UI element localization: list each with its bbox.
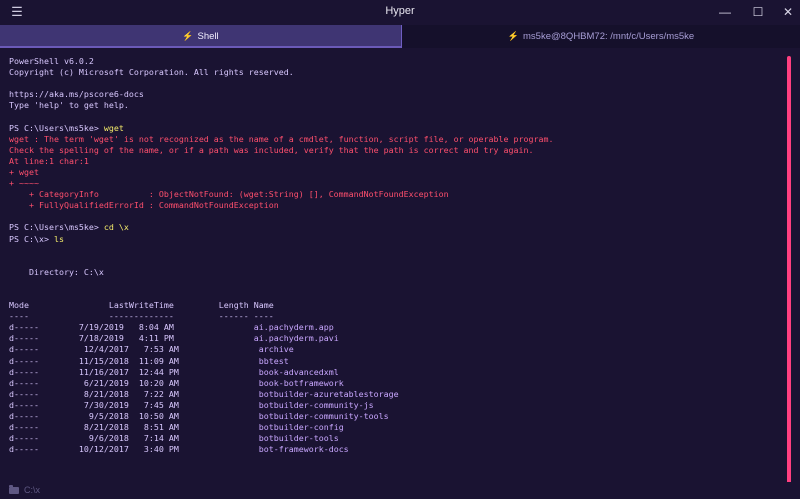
terminal-text: botbuilder-community-js [258, 399, 374, 410]
terminal-line: + FullyQualifiedErrorId : CommandNotFoun… [9, 200, 784, 211]
current-directory: C:\x [24, 485, 41, 495]
terminal-text: botbuilder-azuretablestorage [258, 388, 399, 399]
terminal-text: d----- 8/21/2018 8:51 AM [9, 422, 259, 433]
terminal-line: PS C:\x> ls [9, 234, 784, 245]
terminal-line: + wget [9, 167, 784, 178]
terminal-text: wget [103, 122, 124, 133]
terminal-text: PowerShell v6.0.2 [9, 56, 94, 66]
terminal-line: Check the spelling of the name, or if a … [9, 145, 784, 156]
terminal-text: Check the spelling of the name, or if a … [9, 144, 534, 155]
terminal-text: Mode LastWriteTime Length Name [9, 300, 274, 311]
terminal-line: d----- 11/15/2018 11:09 AM bbtest [9, 356, 784, 367]
terminal-text: + FullyQualifiedErrorId : CommandNotFoun… [9, 200, 279, 211]
terminal-text: ls [53, 233, 64, 244]
terminal-line: Directory: C:\x [9, 267, 784, 278]
title-bar: ☰ Hyper — ☐ ✕ [0, 0, 800, 25]
terminal-text: botbuilder-tools [258, 433, 339, 444]
terminal-text: book-botframework [258, 377, 344, 388]
terminal-line: d----- 9/5/2018 10:50 AM botbuilder-comm… [9, 411, 784, 422]
terminal-text: Copyright (c) Microsoft Corporation. All… [9, 67, 294, 78]
terminal-text: PS C:\x> [9, 233, 54, 244]
terminal-text: + ~~~~ [9, 178, 39, 189]
terminal-line: ---- ------------- ------ ---- [9, 311, 784, 322]
terminal-text: At line:1 char:1 [9, 155, 89, 166]
terminal-text: ---- ------------- ------ ---- [9, 311, 274, 322]
terminal-line: d----- 8/21/2018 8:51 AM botbuilder-conf… [9, 422, 784, 433]
terminal-text: PS C:\Users\ms5ke> [9, 222, 104, 233]
terminal-line: d----- 11/16/2017 12:44 PM book-advanced… [9, 367, 784, 378]
terminal-line: PS C:\Users\ms5ke> wget [9, 123, 784, 134]
tab-label: ms5ke@8QHBM72: /mnt/c/Users/ms5ke [523, 31, 695, 42]
terminal-text: d----- 7/30/2019 7:45 AM [9, 399, 259, 410]
terminal-text: + wget [9, 166, 39, 177]
terminal-line: + ~~~~ [9, 178, 784, 189]
terminal-text: d----- 11/15/2018 11:09 AM [9, 355, 259, 366]
folder-icon [9, 485, 19, 494]
bolt-icon: ⚡ [507, 31, 520, 41]
terminal-line: Type 'help' to get help. [9, 100, 784, 111]
terminal-text: cd \x [103, 222, 129, 233]
terminal-line: d----- 7/30/2019 7:45 AM botbuilder-comm… [9, 400, 784, 411]
terminal-line: d----- 12/4/2017 7:53 AM archive [9, 344, 784, 355]
terminal-line: d----- 7/19/2019 8:04 AM ai.pachyderm.ap… [9, 322, 784, 333]
terminal-text: botbuilder-community-tools [258, 411, 389, 421]
terminal-line: d----- 10/12/2017 3:40 PM bot-framework-… [9, 444, 784, 455]
terminal-line: wget : The term 'wget' is not recognized… [9, 134, 784, 145]
terminal-text: d----- 12/4/2017 7:53 AM [9, 344, 259, 355]
minimize-icon[interactable]: — [710, 0, 740, 25]
terminal-text: wget : The term 'wget' is not recognized… [9, 133, 554, 144]
terminal-text: botbuilder-config [258, 422, 344, 433]
terminal-line: d----- 6/21/2019 10:20 AM book-botframew… [9, 378, 784, 389]
terminal-text: PS C:\Users\ms5ke> [9, 122, 104, 133]
terminal-line: d----- 8/21/2018 7:22 AM botbuilder-azur… [9, 389, 784, 400]
terminal-line: At line:1 char:1 [9, 156, 784, 167]
terminal-text: d----- 10/12/2017 3:40 PM [9, 444, 259, 455]
close-icon[interactable]: ✕ [773, 0, 800, 25]
terminal-text: book-advancedxml [258, 366, 339, 377]
terminal-text: bbtest [258, 355, 289, 366]
terminal-line: + CategoryInfo : ObjectNotFound: (wget:S… [9, 189, 784, 200]
tab-label: Shell [197, 31, 219, 42]
terminal-text: https://aka.ms/pscore6-docs [9, 89, 144, 100]
scrollbar[interactable] [787, 56, 791, 484]
tab-wsl[interactable]: ⚡ ms5ke@8QHBM72: /mnt/c/Users/ms5ke [401, 25, 800, 48]
terminal-text: bot-framework-docs [258, 444, 349, 455]
terminal-line: Mode LastWriteTime Length Name [9, 300, 784, 311]
terminal-text: archive [258, 344, 294, 355]
terminal-text: Type 'help' to get help. [9, 100, 129, 111]
window-title: Hyper [385, 5, 415, 17]
terminal-text: Directory: C:\x [9, 266, 104, 277]
tab-shell[interactable]: ⚡ Shell [0, 25, 401, 48]
terminal-text: d----- 7/18/2019 4:11 PM [9, 333, 254, 344]
terminal-text: d----- 9/5/2018 10:50 AM [9, 411, 259, 421]
terminal-line: d----- 9/6/2018 7:14 AM botbuilder-tools [9, 433, 784, 444]
terminal-text: ai.pachyderm.pavi [253, 333, 339, 344]
terminal-text: d----- 6/21/2019 10:20 AM [9, 377, 259, 388]
terminal-text: ai.pachyderm.app [253, 322, 334, 333]
bolt-icon: ⚡ [182, 31, 194, 41]
terminal-text: d----- 7/19/2019 8:04 AM [9, 322, 254, 333]
terminal-line: Copyright (c) Microsoft Corporation. All… [9, 67, 784, 78]
tab-bar: ⚡ Shell ⚡ ms5ke@8QHBM72: /mnt/c/Users/ms5k… [0, 25, 800, 48]
terminal-line: d----- 7/18/2019 4:11 PM ai.pachyderm.pa… [9, 333, 784, 344]
terminal-line: PowerShell v6.0.2 [9, 56, 784, 67]
terminal-line: PS C:\Users\ms5ke> cd \x [9, 222, 784, 233]
terminal-text: d----- 9/6/2018 7:14 AM [9, 433, 259, 444]
terminal-text: d----- 8/21/2018 7:22 AM [9, 388, 259, 399]
maximize-icon[interactable]: ☐ [743, 0, 773, 25]
terminal-text: d----- 11/16/2017 12:44 PM [9, 366, 259, 377]
terminal-text: + CategoryInfo : ObjectNotFound: (wget:S… [9, 189, 449, 200]
terminal-line: https://aka.ms/pscore6-docs [9, 89, 784, 100]
status-bar: C:\x [0, 482, 800, 499]
terminal-output[interactable]: PowerShell v6.0.2 Copyright (c) Microsoft… [9, 56, 784, 472]
